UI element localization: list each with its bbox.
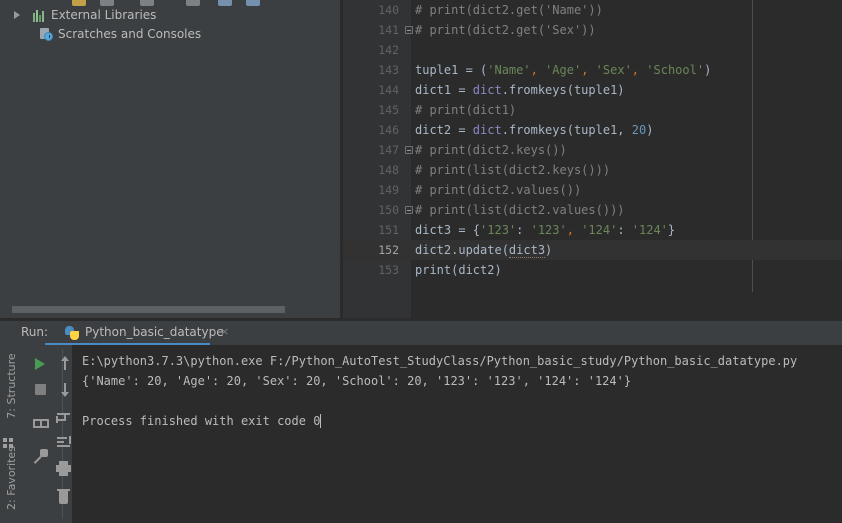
code-text: # print(list(dict2.values())) [415,203,625,217]
line-number: 153 [378,263,399,277]
line-number: 150 [378,203,399,217]
libraries-icon [33,9,46,22]
code-line-147[interactable]: 147 # print(dict2.keys()) [343,140,842,160]
code-editor[interactable]: 140 # print(dict2.get('Name')) 141 # print(… [343,0,842,318]
project-tree-horizontal-scrollbar[interactable] [12,305,340,314]
fold-collapse-icon[interactable] [405,206,413,214]
code-line-149[interactable]: 149 # print(dict2.values()) [343,180,842,200]
line-number: 144 [378,83,399,97]
line-number: 146 [378,123,399,137]
scrollbar-thumb[interactable] [12,306,285,313]
code-line-140[interactable]: 140 # print(dict2.get('Name')) [343,0,842,20]
line-number: 152 [378,243,399,257]
code-text: dict3 = {'123': '123', '124': '124'} [415,223,676,237]
code-text: # print(dict2.get('Name')) [415,3,603,17]
chevron-right-icon[interactable] [14,11,20,19]
tree-item-label: External Libraries [51,8,157,22]
console-line: E:\python3.7.3\python.exe F:/Python_Auto… [82,354,798,368]
project-tool-window[interactable]: External Libraries Scratches and Consoles [0,0,340,318]
line-number: 140 [378,3,399,17]
code-text: # print(dict1) [415,103,517,117]
project-tree[interactable]: External Libraries Scratches and Consoles [0,6,340,44]
code-text: tuple1 = ('Name', 'Age', 'Sex', 'School'… [415,63,712,77]
close-icon[interactable]: × [220,325,229,338]
line-number: 149 [378,183,399,197]
code-line-148[interactable]: 148 # print(list(dict2.keys())) [343,160,842,180]
console-output[interactable]: E:\python3.7.3\python.exe F:/Python_Auto… [72,345,842,523]
code-text: print(dict2) [415,263,502,277]
code-line-144[interactable]: 144 dict1 = dict.fromkeys(tuple1) [343,80,842,100]
console-line: {'Name': 20, 'Age': 20, 'Sex': 20, 'Scho… [82,374,632,388]
code-line-153[interactable]: 153 print(dict2) [343,260,842,280]
line-number: 147 [378,143,399,157]
arrow-down-icon [61,383,68,397]
code-line-142[interactable]: 142 [343,40,842,60]
top-area: External Libraries Scratches and Consoles… [0,0,842,318]
code-text: dict2.update(dict3) [415,243,553,258]
run-header: Run: Python_basic_datatype × [0,321,842,345]
stop-button[interactable] [30,379,52,401]
code-text: # print(list(dict2.keys())) [415,163,611,177]
tree-item-label: Scratches and Consoles [58,27,202,41]
left-tool-window-strip: 7: Structure 2: Favorites [0,345,18,523]
play-icon [35,358,45,370]
line-number: 143 [378,63,399,77]
run-tool-window: Run: Python_basic_datatype × 7: Structur… [0,321,842,523]
arrow-up-icon [61,356,68,370]
console-caret [320,414,322,428]
line-number: 151 [378,223,399,237]
code-text: # print(dict2.get('Sex')) [415,23,596,37]
line-number: 141 [378,23,399,37]
code-line-152[interactable]: 152 dict2.update(dict3) [343,240,842,260]
run-label: Run: [21,325,49,339]
code-text: dict2 = dict.fromkeys(tuple1, 20) [415,123,654,137]
code-text: dict1 = dict.fromkeys(tuple1) [415,83,625,97]
python-file-icon [65,326,79,340]
stop-icon [35,384,46,395]
pin-tab-button[interactable] [30,445,52,467]
tree-item-scratches-and-consoles[interactable]: Scratches and Consoles [0,25,340,44]
tree-item-external-libraries[interactable]: External Libraries [0,6,340,25]
fold-collapse-icon[interactable] [405,26,413,34]
code-line-145[interactable]: 145 # print(dict1) [343,100,842,120]
code-line-141[interactable]: 141 # print(dict2.get('Sex')) [343,20,842,40]
line-number: 145 [378,103,399,117]
run-button[interactable] [30,353,52,375]
run-tab-label: Python_basic_datatype [85,325,224,339]
fold-collapse-icon[interactable] [405,146,413,154]
line-number: 148 [378,163,399,177]
console-line: Process finished with exit code 0 [82,414,321,428]
scratches-icon [40,28,54,42]
code-line-146[interactable]: 146 dict2 = dict.fromkeys(tuple1, 20) [343,120,842,140]
run-toolbar [18,345,72,523]
line-number: 142 [378,43,399,57]
code-text: # print(dict2.values()) [415,183,582,197]
pycharm-window: External Libraries Scratches and Consoles… [0,0,842,523]
code-line-143[interactable]: 143 tuple1 = ('Name', 'Age', 'Sex', 'Scho… [343,60,842,80]
code-line-151[interactable]: 151 dict3 = {'123': '123', '124': '124'} [343,220,842,240]
print-output-button[interactable] [30,413,52,435]
code-text: # print(dict2.keys()) [415,143,567,157]
code-line-150[interactable]: 150 # print(list(dict2.values())) [343,200,842,220]
